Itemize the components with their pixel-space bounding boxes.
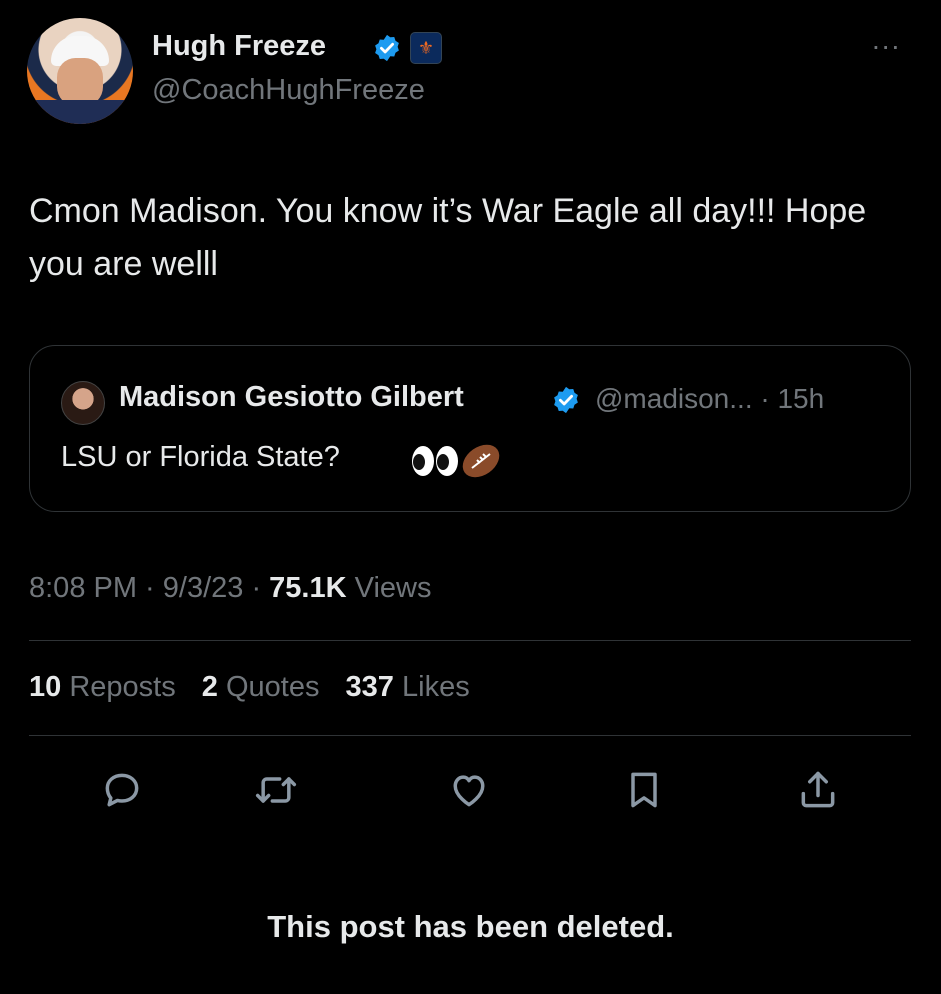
quotes-label[interactable]: Quotes (226, 671, 320, 703)
football-emoji-icon (462, 444, 500, 478)
divider (29, 640, 911, 641)
quoted-author-avatar (61, 381, 105, 425)
likes-count[interactable]: 337 (346, 671, 394, 703)
bookmark-icon (631, 772, 657, 808)
quoted-tweet-card[interactable] (29, 345, 911, 512)
tweet-meta: 8:08 PM · 9/3/23 · 75.1K Views (29, 572, 431, 605)
tweet-text: Cmon Madison. You know it’s War Eagle al… (29, 192, 867, 283)
verified-badge-icon (554, 386, 578, 414)
author-avatar[interactable] (27, 18, 133, 124)
author-name[interactable]: Hugh Freeze (152, 30, 326, 63)
author-handle[interactable]: @CoachHughFreeze (152, 74, 425, 107)
reposts-label[interactable]: Reposts (69, 671, 175, 703)
repost-icon (255, 777, 297, 803)
share-icon (801, 771, 835, 808)
more-options-icon[interactable]: ... (872, 24, 901, 56)
tweet-timestamp[interactable]: 8:08 PM · 9/3/23 · (29, 572, 269, 604)
quoted-author-name: Madison Gesiotto Gilbert (119, 381, 464, 413)
quoted-tweet-text: LSU or Florida State? (61, 441, 340, 473)
views-count: 75.1K (269, 572, 347, 604)
auburn-badge-icon[interactable]: ⚜ (410, 32, 442, 64)
engagement-stats: 10 Reposts 2 Quotes 337 Likes (29, 671, 470, 704)
reply-button[interactable] (100, 768, 144, 812)
divider (29, 735, 911, 736)
verified-badge-icon (375, 34, 399, 62)
share-button[interactable] (796, 768, 840, 812)
eyes-emoji-icon (412, 446, 458, 476)
views-label: Views (346, 572, 432, 604)
bookmark-button[interactable] (622, 768, 666, 812)
like-icon (453, 775, 485, 807)
likes-label[interactable]: Likes (402, 671, 470, 703)
deleted-notice: This post has been deleted. (267, 909, 674, 944)
like-button[interactable] (447, 768, 491, 812)
quoted-handle-time: @madison... · 15h (595, 383, 825, 414)
quotes-count[interactable]: 2 (202, 671, 218, 703)
reply-icon (105, 773, 139, 807)
reposts-count[interactable]: 10 (29, 671, 61, 703)
repost-button[interactable] (254, 768, 298, 812)
